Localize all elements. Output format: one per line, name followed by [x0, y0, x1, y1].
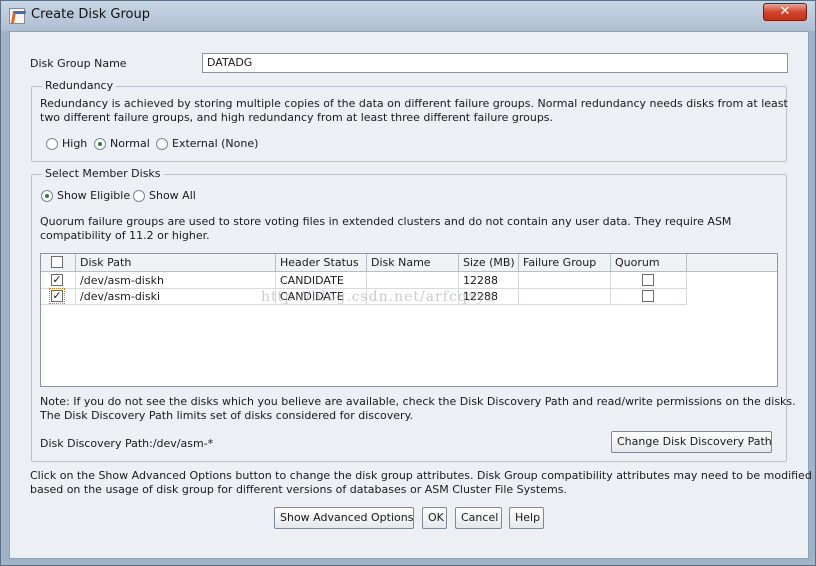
table-row-select-cell[interactable]: ✓ [41, 273, 76, 289]
table-row-status[interactable]: CANDIDATE [276, 273, 367, 289]
close-icon: ✕ [779, 4, 791, 19]
quorum-checkbox-diski[interactable] [642, 290, 654, 302]
discovery-note-line1: Note: If you do not see the disks which … [40, 395, 796, 408]
radio-show-all[interactable] [133, 190, 145, 202]
advanced-note-line1: Click on the Show Advanced Options butto… [30, 469, 812, 482]
watermark-text: http://blog.csdn.net/arfcqxyz [261, 289, 494, 305]
column-header-size[interactable]: Size (MB) [459, 254, 519, 272]
quorum-note-line1: Quorum failure groups are used to store … [40, 215, 732, 228]
create-disk-group-window: Create Disk Group ✕ Disk Group Name DATA… [0, 0, 816, 566]
redundancy-legend: Redundancy [42, 79, 117, 92]
window-title: Create Disk Group [31, 7, 150, 22]
disk-table: Disk Path Header Status Disk Name Size (… [40, 253, 778, 387]
radio-normal[interactable] [94, 138, 106, 150]
quorum-checkbox-diskh[interactable] [642, 274, 654, 286]
table-row-size[interactable]: 12288 [459, 273, 519, 289]
discovery-note-line2: The Disk Discovery Path limits set of di… [40, 409, 414, 422]
radio-normal-label[interactable]: Normal [110, 137, 150, 150]
close-button[interactable]: ✕ [763, 3, 807, 21]
disk-group-name-input[interactable]: DATADG [202, 53, 788, 73]
column-header-header-status[interactable]: Header Status [276, 254, 367, 272]
column-header-disk-name[interactable]: Disk Name [367, 254, 459, 272]
redundancy-description-line1: Redundancy is achieved by storing multip… [40, 97, 788, 110]
change-discovery-path-button[interactable]: Change Disk Discovery Path [611, 431, 772, 453]
select-all-checkbox[interactable] [51, 256, 63, 268]
row-checkbox-diskh[interactable]: ✓ [51, 274, 63, 286]
table-row-select-cell[interactable]: ✓ [41, 288, 76, 305]
dialog-body: Disk Group Name DATADG Redundancy Redund… [9, 31, 812, 559]
discovery-path-value: /dev/asm-* [152, 437, 214, 450]
radio-external-label[interactable]: External (None) [172, 137, 258, 150]
column-header-quorum[interactable]: Quorum [611, 254, 687, 272]
discovery-path-label-text: Disk Discovery Path: [40, 437, 153, 450]
table-row-quorum-cell[interactable] [611, 289, 687, 305]
quorum-note-line2: compatibility of 11.2 or higher. [40, 229, 210, 242]
row-checkbox-diski[interactable]: ✓ [49, 288, 65, 304]
table-row-quorum-cell[interactable] [611, 273, 687, 289]
column-header-select[interactable] [41, 254, 76, 272]
discovery-path-label: Disk Discovery Path:/dev/asm-* [40, 437, 213, 450]
table-row-disk-path[interactable]: /dev/asm-diskh [76, 273, 276, 289]
help-button[interactable]: Help [509, 507, 544, 529]
column-header-disk-path[interactable]: Disk Path [76, 254, 276, 272]
show-advanced-options-button[interactable]: Show Advanced Options [274, 507, 414, 529]
column-header-filler [687, 254, 777, 272]
table-row-failure-group[interactable] [519, 273, 611, 289]
radio-show-eligible-label[interactable]: Show Eligible [57, 189, 130, 202]
radio-show-all-label[interactable]: Show All [149, 189, 196, 202]
cancel-button[interactable]: Cancel [455, 507, 502, 529]
radio-external[interactable] [156, 138, 168, 150]
app-icon [9, 8, 25, 24]
disk-group-name-label: Disk Group Name [30, 57, 127, 70]
ok-button[interactable]: OK [422, 507, 447, 529]
table-row-disk-name[interactable] [367, 273, 459, 289]
member-disks-legend: Select Member Disks [42, 167, 164, 180]
redundancy-description-line2: two different failure groups, and high r… [40, 111, 554, 124]
advanced-note-line2: based on the usage of disk group for dif… [30, 483, 567, 496]
column-header-failure-group[interactable]: Failure Group [519, 254, 611, 272]
title-bar[interactable]: Create Disk Group ✕ [1, 1, 815, 31]
table-row-disk-path[interactable]: /dev/asm-diski [76, 289, 276, 305]
radio-high[interactable] [46, 138, 58, 150]
radio-high-label[interactable]: High [62, 137, 87, 150]
table-row-failure-group[interactable] [519, 289, 611, 305]
radio-show-eligible[interactable] [41, 190, 53, 202]
